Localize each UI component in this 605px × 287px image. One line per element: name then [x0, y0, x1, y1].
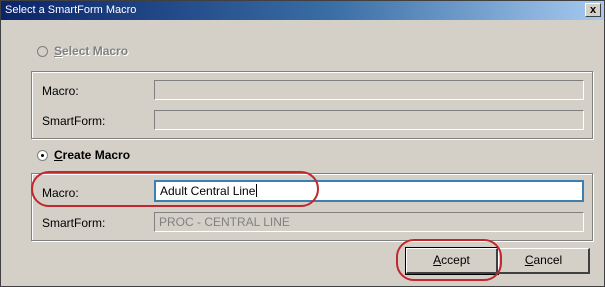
close-icon: x	[589, 4, 597, 16]
create-macro-radio[interactable]	[37, 149, 48, 161]
select-macro-macro-label: Macro:	[42, 84, 79, 98]
close-button[interactable]: x	[585, 3, 601, 17]
create-macro-option[interactable]: Create Macro	[37, 148, 130, 162]
cancel-button[interactable]: Cancel	[498, 248, 590, 274]
select-macro-option[interactable]: Select Macro	[37, 44, 128, 58]
select-macro-radio[interactable]	[37, 45, 48, 57]
title-bar[interactable]: Select a SmartForm Macro x	[1, 1, 604, 20]
create-macro-smartform-field[interactable]: PROC - CENTRAL LINE	[154, 212, 584, 232]
select-macro-group: Macro: SmartForm:	[31, 71, 593, 139]
select-macro-smartform-label: SmartForm:	[42, 114, 106, 128]
accept-button[interactable]: Accept	[405, 247, 499, 275]
create-macro-group: Macro: Adult Central Line SmartForm: PRO…	[31, 173, 593, 241]
select-macro-smartform-field[interactable]	[154, 110, 584, 130]
macro-name-value: Adult Central Line	[160, 184, 256, 198]
create-macro-macro-label: Macro:	[42, 186, 79, 200]
annotation-spacer	[501, 242, 505, 246]
create-macro-smartform-label: SmartForm:	[42, 216, 106, 230]
create-macro-label: Create Macro	[54, 148, 131, 162]
select-macro-macro-field[interactable]	[154, 80, 584, 100]
text-caret	[256, 184, 258, 197]
select-macro-label: Select Macro	[54, 44, 129, 58]
macro-name-input[interactable]: Adult Central Line	[154, 180, 584, 202]
smartform-macro-dialog: Select a SmartForm Macro x Select Macro …	[0, 0, 605, 287]
window-title: Select a SmartForm Macro	[5, 4, 137, 16]
